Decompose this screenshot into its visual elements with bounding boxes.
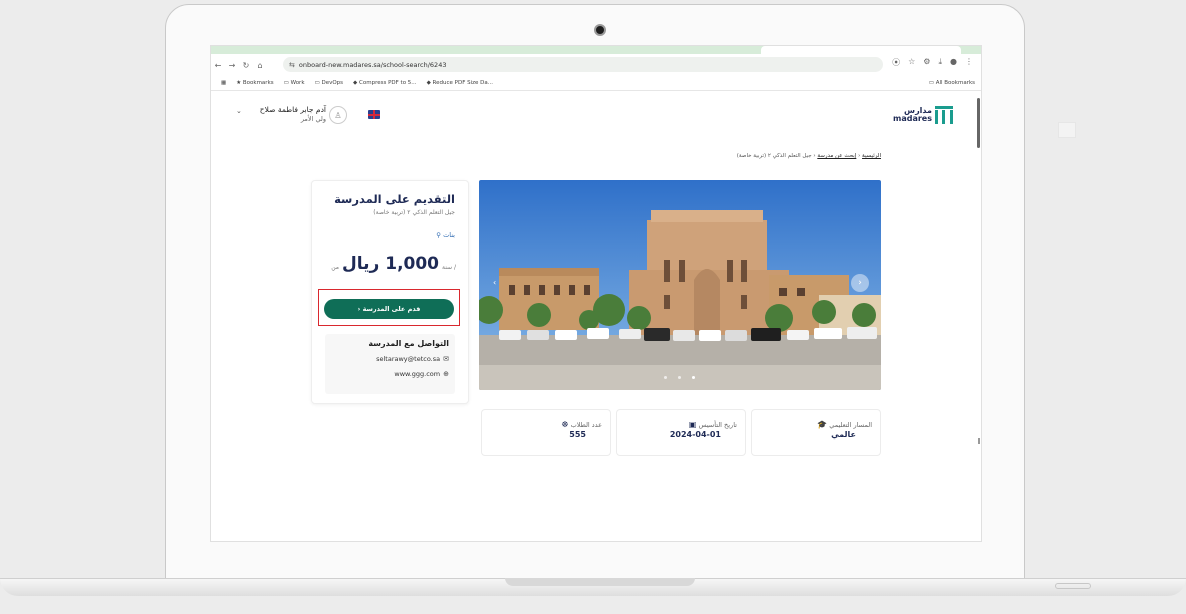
- translate-icon[interactable]: ⦿: [892, 57, 900, 68]
- decorative-square: [1058, 122, 1076, 138]
- carousel-dot[interactable]: [692, 376, 695, 379]
- info-card-track: المسار التعليمي 🎓 عالمي: [751, 409, 881, 456]
- url-text: onboard-new.madares.sa/school-search/624…: [298, 60, 447, 69]
- info-card-founded: تاريخ التأسيس ▣ 2024-04-01: [616, 409, 746, 456]
- breadcrumb: الرئيسية ‹ إبحث عن مدرسة ‹ جيل التعلم ال…: [736, 153, 881, 159]
- breadcrumb-search[interactable]: إبحث عن مدرسة: [817, 153, 856, 159]
- madares-logo[interactable]: مدارس madares: [893, 106, 953, 124]
- carousel-dot[interactable]: [678, 376, 681, 379]
- breadcrumb-home[interactable]: الرئيسية: [862, 153, 881, 159]
- info-value: عالمي: [831, 430, 856, 439]
- all-bookmarks[interactable]: ▭ All Bookmarks: [929, 80, 975, 86]
- user-name[interactable]: آدم جابر فاطمة صلاح: [246, 105, 326, 114]
- uk-flag-icon[interactable]: [368, 110, 380, 119]
- star-icon[interactable]: ☆: [908, 57, 915, 68]
- profile-icon[interactable]: ●: [950, 57, 957, 68]
- breadcrumb-current: جيل التعلم الذكي ٢ (تربية خاصة): [736, 153, 812, 159]
- info-card-students: عدد الطلاب ☸ 555: [481, 409, 611, 456]
- menu-icon[interactable]: ⋮: [965, 57, 973, 68]
- user-role: ولي الأمر: [300, 115, 326, 123]
- apps-icon[interactable]: ▦: [221, 80, 226, 86]
- home-icon[interactable]: ⌂: [253, 61, 267, 70]
- chevron-down-icon[interactable]: ⌄: [236, 107, 242, 115]
- apply-button[interactable]: قدم على المدرسة ‹: [324, 299, 454, 319]
- active-tab[interactable]: [761, 46, 961, 54]
- female-icon: ⚲: [436, 231, 442, 239]
- info-value: 555: [569, 430, 586, 439]
- carousel-dot[interactable]: [664, 376, 667, 379]
- logo-mark-icon: [935, 106, 953, 124]
- school-photo: [479, 180, 881, 390]
- webcam: [594, 24, 606, 36]
- students-icon: ☸: [561, 420, 569, 429]
- extensions-icon[interactable]: ⚙: [923, 57, 930, 68]
- mail-icon: ✉: [443, 355, 449, 363]
- next-image-arrow-icon[interactable]: ›: [851, 274, 869, 292]
- price-from: من: [331, 264, 339, 271]
- school-name: جيل التعلم الذكي ٢ (تربية خاصة): [373, 209, 455, 216]
- logo-text: مدارس madares: [893, 106, 932, 123]
- scrollbar-marker: [978, 438, 980, 444]
- laptop-notch: [505, 578, 695, 586]
- bookmark-item[interactable]: ★ Bookmarks: [236, 80, 273, 86]
- prev-image-arrow-icon[interactable]: ‹: [493, 278, 496, 287]
- back-icon[interactable]: ←: [211, 61, 225, 70]
- price-per: / سنة: [442, 264, 456, 271]
- laptop-screen: ← → ↻ ⌂ ⇆ onboard-new.madares.sa/school-…: [210, 45, 982, 542]
- bookmark-item[interactable]: ◆ Compress PDF to 5...: [353, 80, 417, 86]
- address-bar-row: ← → ↻ ⌂ ⇆ onboard-new.madares.sa/school-…: [211, 54, 981, 76]
- user-avatar-icon[interactable]: ♙: [329, 106, 347, 124]
- gender-tag: بنات ⚲: [436, 231, 455, 239]
- info-label: المسار التعليمي 🎓: [817, 420, 872, 429]
- reload-icon[interactable]: ↻: [239, 61, 253, 70]
- forward-icon[interactable]: →: [225, 61, 239, 70]
- toolbar-icons: ⦿ ☆ ⚙ ⤓ ● ⋮: [892, 57, 973, 68]
- info-value: 2024-04-01: [669, 430, 721, 439]
- bookmark-item[interactable]: ▭ DevOps: [315, 80, 344, 86]
- calendar-icon: ▣: [688, 420, 697, 429]
- bookmarks-bar: ▦ ★ Bookmarks ▭ Work ▭ DevOps ◆ Compress…: [211, 76, 981, 91]
- info-label: عدد الطلاب ☸: [561, 420, 602, 429]
- download-icon[interactable]: ⤓: [938, 57, 942, 68]
- laptop-indicator: [1055, 583, 1091, 589]
- contact-website[interactable]: www.ggg.com ⊕: [329, 370, 449, 378]
- graduation-cap-icon: 🎓: [817, 420, 828, 429]
- globe-icon: ⊕: [443, 370, 449, 378]
- site-info-icon[interactable]: ⇆: [289, 61, 295, 69]
- bookmark-item[interactable]: ▭ Work: [284, 80, 305, 86]
- url-field[interactable]: ⇆ onboard-new.madares.sa/school-search/6…: [283, 57, 883, 72]
- contact-title: التواصل مع المدرسة: [368, 339, 449, 348]
- bookmark-item[interactable]: ◆ Reduce PDF Size Da...: [427, 80, 493, 86]
- scrollbar[interactable]: [977, 98, 980, 148]
- price: / سنة 1,000 ريال من: [311, 254, 456, 276]
- contact-email[interactable]: seltarawy@tetco.sa ✉: [329, 355, 449, 363]
- info-label: تاريخ التأسيس ▣: [688, 420, 737, 429]
- apply-title: التقديم على المدرسة: [334, 192, 455, 206]
- price-value: 1,000 ريال: [342, 254, 440, 274]
